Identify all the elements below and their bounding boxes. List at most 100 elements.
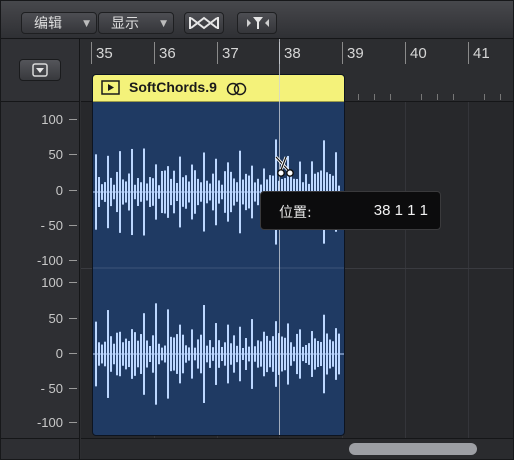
- waveform-peak: [233, 178, 235, 206]
- waveform-peak: [101, 344, 103, 364]
- waveform-peak: [305, 345, 307, 363]
- waveform-peak: [119, 331, 121, 377]
- waveform-peak: [242, 179, 244, 205]
- waveform-peak: [266, 335, 268, 373]
- edit-menu-button[interactable]: 编辑 ▼: [21, 12, 97, 34]
- waveform-peak: [224, 342, 226, 366]
- waveform-peak: [104, 182, 106, 202]
- waveform-peak: [131, 329, 133, 379]
- waveform-zoom-button[interactable]: [184, 12, 224, 34]
- waveform-peak: [167, 166, 169, 218]
- waveform-peak: [320, 341, 322, 367]
- scrollbar-thumb[interactable]: [349, 443, 477, 455]
- waveform-peak: [251, 165, 253, 219]
- waveform-peak: [98, 342, 100, 366]
- waveform-peak: [113, 343, 115, 365]
- waveform-peak: [224, 171, 226, 213]
- stereo-icon: [226, 82, 247, 96]
- waveform-peak: [137, 178, 139, 206]
- collapse-button[interactable]: [19, 59, 61, 81]
- waveform-peak: [245, 338, 247, 370]
- waveform-peak: [173, 337, 175, 371]
- amplitude-label: 100: [41, 275, 77, 290]
- waveform-peak: [326, 333, 328, 375]
- waveform-peak: [110, 177, 112, 207]
- waveform-peak: [230, 171, 232, 213]
- waveform-peak: [218, 180, 220, 204]
- waveform-peak: [194, 347, 196, 361]
- waveform-peak: [134, 332, 136, 376]
- bar-number: 41: [473, 45, 490, 62]
- waveform-peak: [209, 340, 211, 368]
- waveform-peak: [236, 182, 238, 202]
- waveform-peak: [191, 329, 193, 379]
- waveform-zoom-icon: [189, 16, 219, 30]
- ruler-tick: [405, 42, 406, 64]
- catch-playhead-button[interactable]: [237, 12, 277, 34]
- tooltip-label: 位置:: [279, 205, 312, 221]
- waveform-peak: [236, 345, 238, 363]
- chevron-down-icon: ▼: [160, 19, 167, 29]
- waveform-peak: [161, 347, 163, 361]
- region-header[interactable]: SoftChords.9: [93, 75, 344, 102]
- waveform-peak: [191, 164, 193, 220]
- waveform-peak: [107, 155, 109, 229]
- position-tooltip: 位置: 38 1 1 1: [260, 191, 441, 230]
- waveform-peak: [251, 319, 253, 389]
- waveform-peak: [206, 180, 208, 204]
- waveform-peak: [218, 340, 220, 368]
- waveform-peak: [239, 326, 241, 382]
- ruler-subtick: [484, 94, 485, 100]
- audio-region[interactable]: SoftChords.9: [92, 74, 345, 436]
- waveform-peak: [176, 334, 178, 374]
- amplitude-label: 0: [56, 183, 77, 198]
- view-menu-button[interactable]: 显示 ▼: [98, 12, 174, 34]
- waveform-peak: [101, 184, 103, 200]
- ruler-header: [1, 39, 80, 102]
- play-region-icon[interactable]: [101, 80, 121, 96]
- waveform-peak: [209, 183, 211, 201]
- waveform-peak: [290, 342, 292, 366]
- waveform-peak: [149, 345, 151, 363]
- waveform-peak: [176, 182, 178, 202]
- ruler-subtick: [374, 94, 375, 100]
- horizontal-scrollbar[interactable]: [81, 438, 513, 459]
- waveform-peak: [260, 341, 262, 367]
- waveform-peak: [125, 338, 127, 370]
- ruler-subtick: [500, 94, 501, 100]
- waveform-peak: [98, 177, 100, 207]
- waveform-peak: [116, 332, 118, 376]
- waveform-peak: [146, 183, 148, 201]
- waveform-peak: [227, 162, 229, 222]
- toolbar: 编辑 ▼ 显示 ▼: [1, 1, 513, 39]
- waveform-peak: [128, 340, 130, 368]
- ruler-tick: [342, 42, 343, 64]
- waveform-peak: [95, 154, 97, 230]
- waveform-peak: [287, 323, 289, 385]
- waveform-peak: [155, 164, 157, 220]
- waveform-peak: [155, 303, 157, 405]
- audio-file-editor: 编辑 ▼ 显示 ▼ 35 36 37 38 39 40 41 100 50 0 …: [0, 0, 514, 460]
- waveform-peak: [257, 178, 259, 206]
- waveform-peak: [239, 150, 241, 234]
- edit-menu-label: 编辑: [34, 16, 62, 32]
- waveform-peak: [308, 343, 310, 365]
- waveform-peak: [122, 179, 124, 205]
- waveform-peak: [188, 181, 190, 203]
- waveform-peak: [221, 184, 223, 200]
- waveform-peak: [185, 345, 187, 363]
- waveform-peak: [329, 339, 331, 369]
- waveform-peak: [338, 333, 340, 375]
- ruler-tick: [468, 42, 469, 64]
- waveform-peak: [134, 184, 136, 200]
- waveform-peak: [314, 338, 316, 370]
- amplitude-label: - 50: [41, 218, 77, 233]
- waveform-peak: [140, 334, 142, 374]
- waveform-peak: [164, 170, 166, 214]
- amplitude-axis: 100 50 0 - 50 -100 100 50 0 - 50 -100: [1, 102, 80, 438]
- playhead-line[interactable]: [279, 39, 280, 435]
- bar-number: 38: [284, 45, 301, 62]
- waveform-peak: [95, 321, 97, 387]
- waveform-peak: [230, 343, 232, 365]
- waveform-peak: [296, 333, 298, 375]
